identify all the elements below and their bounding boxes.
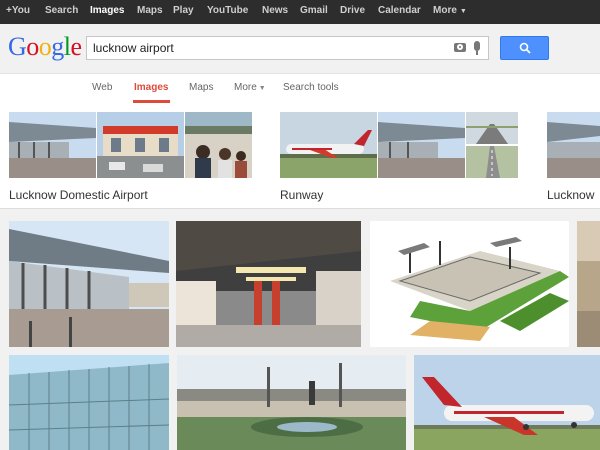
gbar-gmail[interactable]: Gmail	[300, 5, 328, 16]
search-tabs: Web Images Maps More ▼ Search tools	[0, 74, 600, 105]
logo-letter: o	[38, 32, 52, 61]
tab-more-label: More	[234, 82, 257, 93]
logo-letter: l	[63, 32, 71, 61]
gbar-more[interactable]: More ▼	[433, 5, 467, 16]
image-result[interactable]	[370, 221, 569, 347]
tab-images[interactable]: Images	[134, 82, 168, 93]
active-tab-indicator	[133, 100, 170, 103]
gbar-more-label: More	[433, 5, 457, 16]
related-label: Lucknow Domestic Airport	[9, 188, 148, 202]
gbar-calendar[interactable]: Calendar	[378, 5, 421, 16]
related-group-lucknow[interactable]: Lucknow	[547, 112, 600, 208]
microphone-icon[interactable]	[474, 41, 480, 55]
tab-search-tools[interactable]: Search tools	[283, 82, 339, 93]
search-input[interactable]: lucknow airport	[86, 36, 489, 60]
gbar-youtube[interactable]: YouTube	[207, 5, 248, 16]
related-thumb	[185, 112, 252, 178]
gbar-images[interactable]: Images	[90, 5, 124, 16]
image-results-grid	[0, 209, 600, 450]
related-label: Lucknow	[547, 188, 595, 202]
gbar-you[interactable]: +You	[6, 5, 30, 16]
search-query: lucknow airport	[93, 41, 174, 55]
chevron-down-icon: ▼	[258, 85, 266, 92]
related-thumb	[547, 112, 600, 178]
google-logo[interactable]: Google	[8, 34, 82, 60]
image-result[interactable]	[9, 221, 169, 347]
related-thumb	[280, 112, 377, 178]
related-group-runway[interactable]: Runway	[280, 112, 518, 208]
tab-more[interactable]: More ▼	[234, 82, 266, 93]
related-label: Runway	[280, 188, 324, 202]
image-result[interactable]	[176, 221, 361, 347]
search-icon	[519, 42, 531, 54]
search-header: Google lucknow airport	[0, 24, 600, 74]
camera-icon[interactable]	[454, 43, 466, 52]
search-button[interactable]	[500, 36, 549, 60]
gbar-play[interactable]: Play	[173, 5, 194, 16]
gbar-maps[interactable]: Maps	[137, 5, 163, 16]
logo-letter: e	[70, 32, 83, 61]
gbar-search[interactable]: Search	[45, 5, 78, 16]
chevron-down-icon: ▼	[459, 8, 467, 15]
related-searches: Lucknow Domestic Airport Runway Lucknow	[0, 104, 600, 208]
logo-letter: o	[26, 32, 39, 61]
image-result[interactable]	[414, 355, 600, 450]
related-thumb	[97, 112, 184, 178]
logo-letter: g	[51, 32, 64, 61]
related-thumb	[378, 112, 465, 178]
image-result[interactable]	[577, 221, 600, 347]
image-result[interactable]	[177, 355, 406, 450]
tab-maps[interactable]: Maps	[189, 82, 213, 93]
gbar-news[interactable]: News	[262, 5, 288, 16]
related-thumb	[466, 146, 518, 178]
related-thumb	[466, 112, 518, 144]
google-bar: +You Search Images Maps Play YouTube New…	[0, 0, 600, 24]
tab-web[interactable]: Web	[92, 82, 112, 93]
logo-letter: G	[8, 32, 27, 61]
image-result[interactable]	[9, 355, 169, 450]
gbar-drive[interactable]: Drive	[340, 5, 365, 16]
related-group-domestic-airport[interactable]: Lucknow Domestic Airport	[9, 112, 252, 208]
related-thumb	[9, 112, 96, 178]
